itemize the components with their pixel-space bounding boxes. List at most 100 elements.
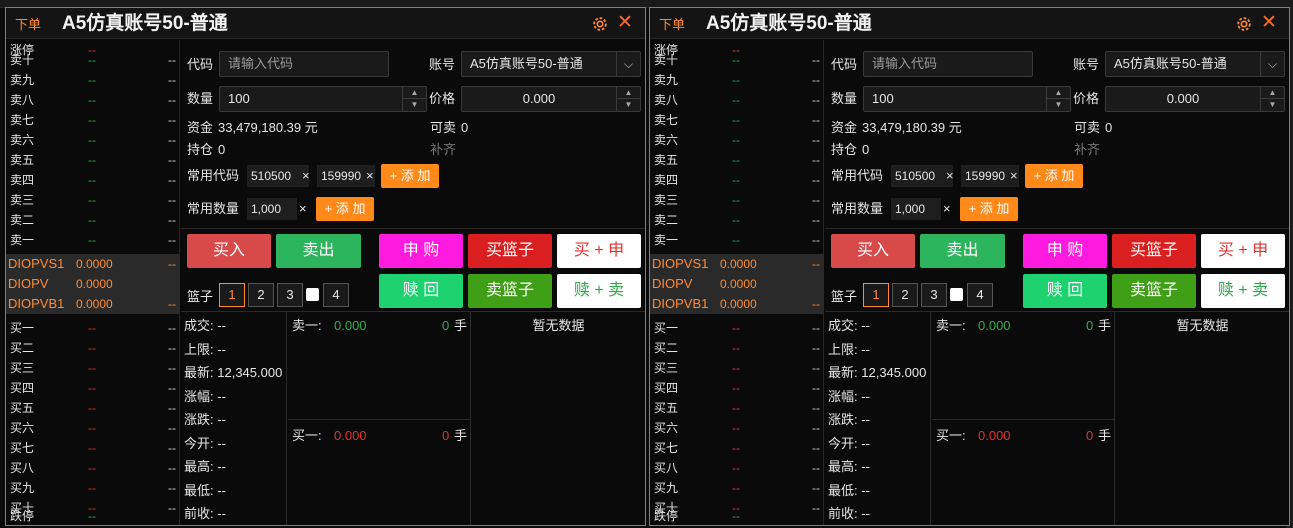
buy-basket-button[interactable]: 买篮子	[1112, 234, 1196, 268]
account-select[interactable]: A5仿真账号50-普通 ⌵	[461, 51, 641, 77]
close-icon[interactable]: ×	[366, 165, 374, 187]
basket-option[interactable]: 1	[219, 283, 245, 307]
chevron-up-icon[interactable]: ▲	[403, 87, 426, 99]
price-spin[interactable]: ▲ ▼	[616, 87, 640, 111]
close-icon[interactable]: ×	[1010, 165, 1018, 187]
chevron-up-icon[interactable]: ▲	[1047, 87, 1070, 99]
chevron-down-icon[interactable]: ▼	[1047, 99, 1070, 111]
chevron-up-icon[interactable]: ▲	[617, 87, 640, 99]
close-icon[interactable]: ×	[299, 198, 307, 220]
basket-option[interactable]: 1	[863, 283, 889, 307]
book-row-bid[interactable]: 买二 -- --	[6, 338, 180, 358]
book-row-ask[interactable]: 卖六 -- --	[650, 130, 824, 150]
basket-option[interactable]: 3	[921, 283, 947, 307]
book-row-ask[interactable]: 卖四 -- --	[650, 170, 824, 190]
qty-stepper[interactable]: 100 ▲ ▼	[219, 86, 427, 112]
book-row-ask[interactable]: 卖三 -- --	[6, 190, 180, 210]
book-row-bid[interactable]: 买九 -- --	[650, 478, 824, 498]
book-row-bid[interactable]: 买四 -- --	[6, 378, 180, 398]
chevron-down-icon[interactable]: ▼	[1261, 99, 1284, 111]
book-row-ask[interactable]: 卖十 -- --	[6, 50, 180, 70]
title-bar[interactable]: 下单 A5仿真账号50-普通 ✕	[650, 8, 1289, 39]
basket-option[interactable]: 2	[892, 283, 918, 307]
sell-button[interactable]: 卖出	[920, 234, 1005, 268]
book-row-bid[interactable]: 买八 -- --	[650, 458, 824, 478]
book-row-ask[interactable]: 卖九 -- --	[650, 70, 824, 90]
fill-button[interactable]: 补齐	[1074, 141, 1100, 159]
book-row-ask[interactable]: 卖七 -- --	[650, 110, 824, 130]
book-row-bid[interactable]: 买七 -- --	[6, 438, 180, 458]
qty-spin[interactable]: ▲ ▼	[402, 87, 426, 111]
redeem-button[interactable]: 赎 回	[379, 274, 463, 308]
price-spin[interactable]: ▲ ▼	[1260, 87, 1284, 111]
book-row-ask[interactable]: 卖二 -- --	[650, 210, 824, 230]
subscribe-button[interactable]: 申 购	[1023, 234, 1107, 268]
book-row-ask[interactable]: 卖一 -- --	[650, 230, 824, 250]
book-row-ask[interactable]: 卖七 -- --	[6, 110, 180, 130]
qty-spin[interactable]: ▲ ▼	[1046, 87, 1070, 111]
buy-subscribe-button[interactable]: 买 + 申	[557, 234, 641, 268]
book-row-ask[interactable]: 卖五 -- --	[6, 150, 180, 170]
account-select[interactable]: A5仿真账号50-普通 ⌵	[1105, 51, 1285, 77]
fill-button[interactable]: 补齐	[430, 141, 456, 159]
basket-option[interactable]: 3	[277, 283, 303, 307]
basket-option[interactable]: 4	[323, 283, 349, 307]
book-row-ask[interactable]: 卖一 -- --	[6, 230, 180, 250]
chevron-up-icon[interactable]: ▲	[1261, 87, 1284, 99]
book-row-bid[interactable]: 买五 -- --	[650, 398, 824, 418]
add-code-button[interactable]: + 添 加	[1025, 164, 1083, 188]
book-row-ask[interactable]: 卖八 -- --	[6, 90, 180, 110]
close-icon[interactable]: ×	[946, 165, 954, 187]
chevron-down-icon[interactable]: ⌵	[1260, 52, 1284, 76]
book-row-bid[interactable]: 买一 -- --	[650, 318, 824, 338]
book-row-bid[interactable]: 买四 -- --	[650, 378, 824, 398]
price-stepper[interactable]: 0.000 ▲ ▼	[1105, 86, 1285, 112]
book-row-bid[interactable]: 买六 -- --	[6, 418, 180, 438]
basket-checkbox[interactable]	[950, 288, 963, 301]
close-icon[interactable]: ✕	[616, 13, 634, 33]
chevron-down-icon[interactable]: ▼	[617, 99, 640, 111]
book-row-bid[interactable]: 买五 -- --	[6, 398, 180, 418]
add-qty-button[interactable]: + 添 加	[960, 197, 1018, 221]
buy-basket-button[interactable]: 买篮子	[468, 234, 552, 268]
redeem-button[interactable]: 赎 回	[1023, 274, 1107, 308]
code-input[interactable]: 请输入代码	[863, 51, 1033, 77]
common-code-chip[interactable]: 510500	[891, 165, 953, 187]
close-icon[interactable]: ×	[302, 165, 310, 187]
buy-subscribe-button[interactable]: 买 + 申	[1201, 234, 1285, 268]
chevron-down-icon[interactable]: ▼	[403, 99, 426, 111]
book-row-bid[interactable]: 买八 -- --	[6, 458, 180, 478]
code-input[interactable]: 请输入代码	[219, 51, 389, 77]
basket-option[interactable]: 2	[248, 283, 274, 307]
gear-icon[interactable]	[1235, 15, 1253, 33]
buy-button[interactable]: 买入	[187, 234, 271, 268]
book-row-ask[interactable]: 卖三 -- --	[650, 190, 824, 210]
book-row-bid[interactable]: 买七 -- --	[650, 438, 824, 458]
chevron-down-icon[interactable]: ⌵	[616, 52, 640, 76]
sell-basket-button[interactable]: 卖篮子	[1112, 274, 1196, 308]
add-code-button[interactable]: + 添 加	[381, 164, 439, 188]
redeem-sell-button[interactable]: 赎 + 卖	[557, 274, 641, 308]
sell-basket-button[interactable]: 卖篮子	[468, 274, 552, 308]
book-row-ask[interactable]: 卖二 -- --	[6, 210, 180, 230]
qty-stepper[interactable]: 100 ▲ ▼	[863, 86, 1071, 112]
buy-button[interactable]: 买入	[831, 234, 915, 268]
book-row-bid[interactable]: 买二 -- --	[650, 338, 824, 358]
common-qty-chip[interactable]: 1,000	[247, 198, 297, 220]
title-bar[interactable]: 下单 A5仿真账号50-普通 ✕	[6, 8, 645, 39]
common-code-chip[interactable]: 510500	[247, 165, 309, 187]
close-icon[interactable]: ✕	[1260, 13, 1278, 33]
basket-checkbox[interactable]	[306, 288, 319, 301]
book-row-ask[interactable]: 卖六 -- --	[6, 130, 180, 150]
book-row-ask[interactable]: 卖四 -- --	[6, 170, 180, 190]
book-row-ask[interactable]: 卖九 -- --	[6, 70, 180, 90]
common-qty-chip[interactable]: 1,000	[891, 198, 941, 220]
book-row-ask[interactable]: 卖八 -- --	[650, 90, 824, 110]
basket-option[interactable]: 4	[967, 283, 993, 307]
book-row-ask[interactable]: 卖十 -- --	[650, 50, 824, 70]
book-row-bid[interactable]: 买三 -- --	[6, 358, 180, 378]
close-icon[interactable]: ×	[943, 198, 951, 220]
subscribe-button[interactable]: 申 购	[379, 234, 463, 268]
price-stepper[interactable]: 0.000 ▲ ▼	[461, 86, 641, 112]
redeem-sell-button[interactable]: 赎 + 卖	[1201, 274, 1285, 308]
